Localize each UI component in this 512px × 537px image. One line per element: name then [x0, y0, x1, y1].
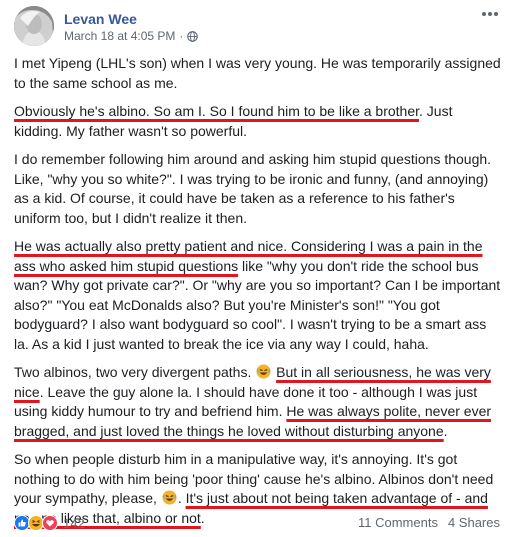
avatar[interactable]	[14, 6, 54, 46]
love-icon	[42, 515, 58, 531]
rolling-laughing-emoji-icon	[256, 364, 271, 379]
post-paragraph: I met Yipeng (LHL's son) when I was very…	[14, 55, 501, 91]
globe-icon	[187, 30, 199, 42]
comments-link[interactable]: 11 Comments	[358, 515, 438, 530]
highlighted-text: Obviously he's albino. So am I. So I fou…	[14, 103, 420, 119]
post-meta: March 18 at 4:05 PM ·	[64, 29, 199, 43]
post-paragraph: He was actually also pretty patient and …	[14, 238, 501, 352]
meta-separator: ·	[179, 29, 184, 43]
post-paragraph: Two albinos, two very divergent paths. B…	[14, 364, 492, 439]
shares-link[interactable]: 4 Shares	[448, 515, 500, 530]
post-body: I met Yipeng (LHL's son) when I was very…	[14, 54, 502, 537]
post-timestamp[interactable]: March 18 at 4:05 PM	[64, 29, 175, 43]
post-stats: 11 Comments 4 Shares	[358, 515, 500, 530]
more-options-icon[interactable]	[480, 6, 500, 22]
post-footer: 142 11 Comments 4 Shares	[14, 515, 500, 531]
reaction-count: 142	[63, 515, 85, 531]
author-name[interactable]: Levan Wee	[64, 11, 137, 27]
post-paragraph: Obviously he's albino. So am I. So I fou…	[14, 103, 453, 139]
reactions-summary[interactable]: 142	[14, 515, 85, 531]
post-paragraph: I do remember following him around and a…	[14, 151, 492, 226]
post-header: Levan Wee March 18 at 4:05 PM ·	[14, 6, 500, 46]
rolling-laughing-emoji-icon	[162, 490, 177, 505]
